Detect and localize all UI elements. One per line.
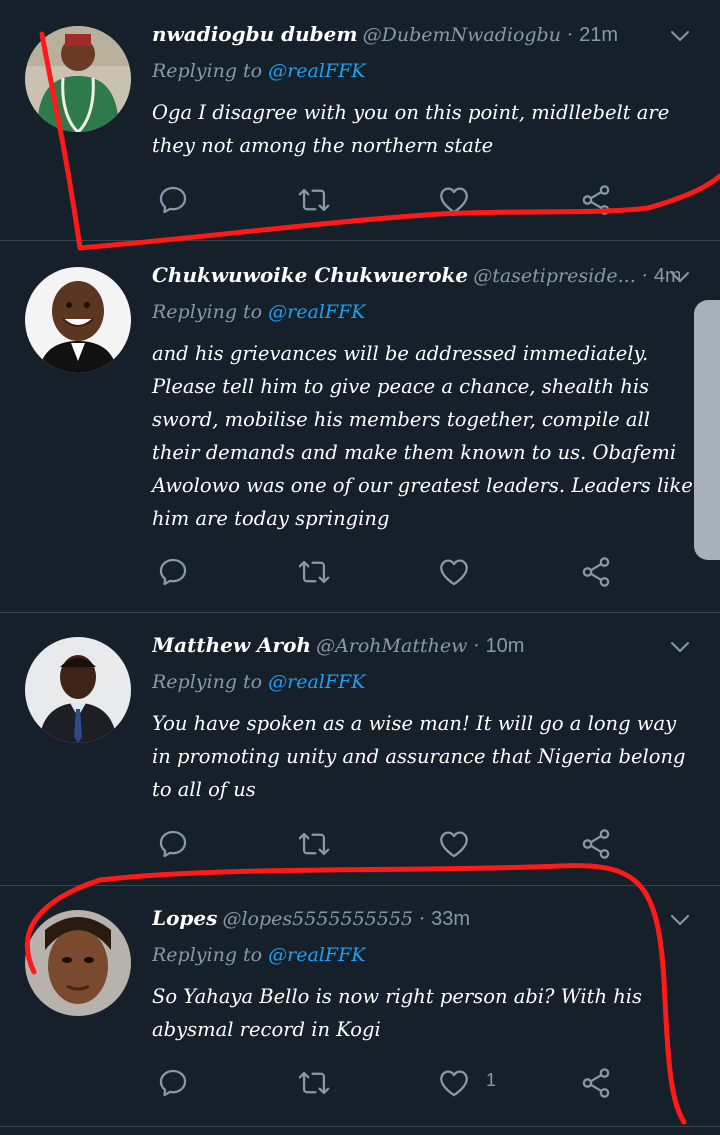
replying-to-label: Replying to [152,671,269,693]
replying-to: Replying to @realFFK [152,671,365,693]
like-icon [437,183,471,217]
like-icon [437,827,471,861]
display-name[interactable]: nwadiogbu dubem [152,22,358,46]
action-bar [152,183,622,219]
mention-link[interactable]: @realFFK [268,301,365,323]
avatar[interactable] [25,267,131,373]
reply-icon [156,827,190,861]
chevron-down-icon[interactable] [668,635,692,659]
replying-to: Replying to @realFFK [152,301,365,323]
user-handle[interactable]: @ArohMatthew [316,635,467,657]
retweet-icon [297,183,331,217]
action-bar: 1 [152,1066,622,1102]
reply-icon [156,1066,190,1100]
like-button[interactable] [437,827,471,861]
reply-button[interactable] [156,183,190,217]
avatar[interactable] [25,26,131,132]
user-handle[interactable]: @DubemNwadiogbu [363,24,561,46]
timestamp[interactable]: 10m [485,635,524,657]
like-count: 1 [486,1070,497,1090]
reply-icon [156,183,190,217]
retweet-icon [297,827,331,861]
like-icon [437,555,471,589]
tweet-text: So Yahaya Bello is now right person abi?… [152,985,643,1041]
mention-link[interactable]: @realFFK [268,671,365,693]
separator: · [635,265,654,287]
scrollbar[interactable] [694,300,720,560]
retweet-icon [297,1066,331,1100]
reply-button[interactable] [156,1066,190,1100]
share-icon [579,555,613,589]
like-button[interactable] [437,555,471,589]
reply-icon [156,555,190,589]
tweet-header: Chukwuwoike Chukwueroke @tasetipreside..… [152,263,680,297]
separator: · [560,24,580,46]
share-icon [579,1066,613,1100]
avatar[interactable] [25,637,131,743]
share-button[interactable] [579,555,613,589]
replying-to: Replying to @realFFK [152,944,365,966]
mention-link[interactable]: @realFFK [268,944,365,966]
retweet-button[interactable] [297,555,331,589]
action-bar [152,827,622,863]
replying-to-label: Replying to [152,60,269,82]
tweet-1[interactable]: nwadiogbu dubem @DubemNwadiogbu · 21m Re… [0,0,720,241]
mention-link[interactable]: @realFFK [268,60,365,82]
avatar-man-green-shirt-icon [25,26,131,132]
avatar-man-suit-icon [25,637,131,743]
avatar-woman-icon [25,910,131,1016]
replying-to-label: Replying to [152,944,269,966]
timestamp[interactable]: 21m [579,24,618,46]
retweet-button[interactable] [297,827,331,861]
like-button[interactable] [437,183,471,217]
replying-to-label: Replying to [152,301,269,323]
tweet-header: Matthew Aroh @ArohMatthew · 10m [152,633,680,667]
like-button[interactable] [437,1066,471,1100]
user-handle[interactable]: @lopes5555555555 [222,908,413,930]
retweet-icon [297,555,331,589]
chevron-down-icon[interactable] [668,265,692,289]
action-bar [152,555,622,591]
display-name[interactable]: Matthew Aroh [152,633,311,657]
timestamp[interactable]: 33m [431,908,470,930]
retweet-button[interactable] [297,1066,331,1100]
share-button[interactable] [579,827,613,861]
chevron-down-icon[interactable] [668,24,692,48]
display-name[interactable]: Chukwuwoike Chukwueroke [152,263,468,287]
avatar-man-smiling-icon [25,267,131,373]
tweet-text: You have spoken as a wise man! It will g… [152,712,686,801]
share-button[interactable] [579,1066,613,1100]
share-icon [579,183,613,217]
replying-to: Replying to @realFFK [152,60,365,82]
chevron-down-icon[interactable] [668,908,692,932]
tweet-3[interactable]: Matthew Aroh @ArohMatthew · 10m Replying… [0,613,720,886]
avatar[interactable] [25,910,131,1016]
display-name[interactable]: Lopes [152,906,217,930]
tweet-4[interactable]: Lopes @lopes5555555555 · 33m Replying to… [0,886,720,1127]
share-button[interactable] [579,183,613,217]
tweet-text: Oga I disagree with you on this point, m… [152,101,670,157]
reply-button[interactable] [156,555,190,589]
tweet-header: nwadiogbu dubem @DubemNwadiogbu · 21m [152,22,680,56]
tweet-header: Lopes @lopes5555555555 · 33m [152,906,680,940]
reply-button[interactable] [156,827,190,861]
tweet-text: and his grievances will be addressed imm… [152,342,693,530]
share-icon [579,827,613,861]
like-icon [437,1066,471,1100]
retweet-button[interactable] [297,183,331,217]
tweet-2[interactable]: Chukwuwoike Chukwueroke @tasetipreside..… [0,241,720,613]
user-handle[interactable]: @tasetipreside... [473,265,636,287]
separator: · [413,908,432,930]
separator: · [467,635,486,657]
